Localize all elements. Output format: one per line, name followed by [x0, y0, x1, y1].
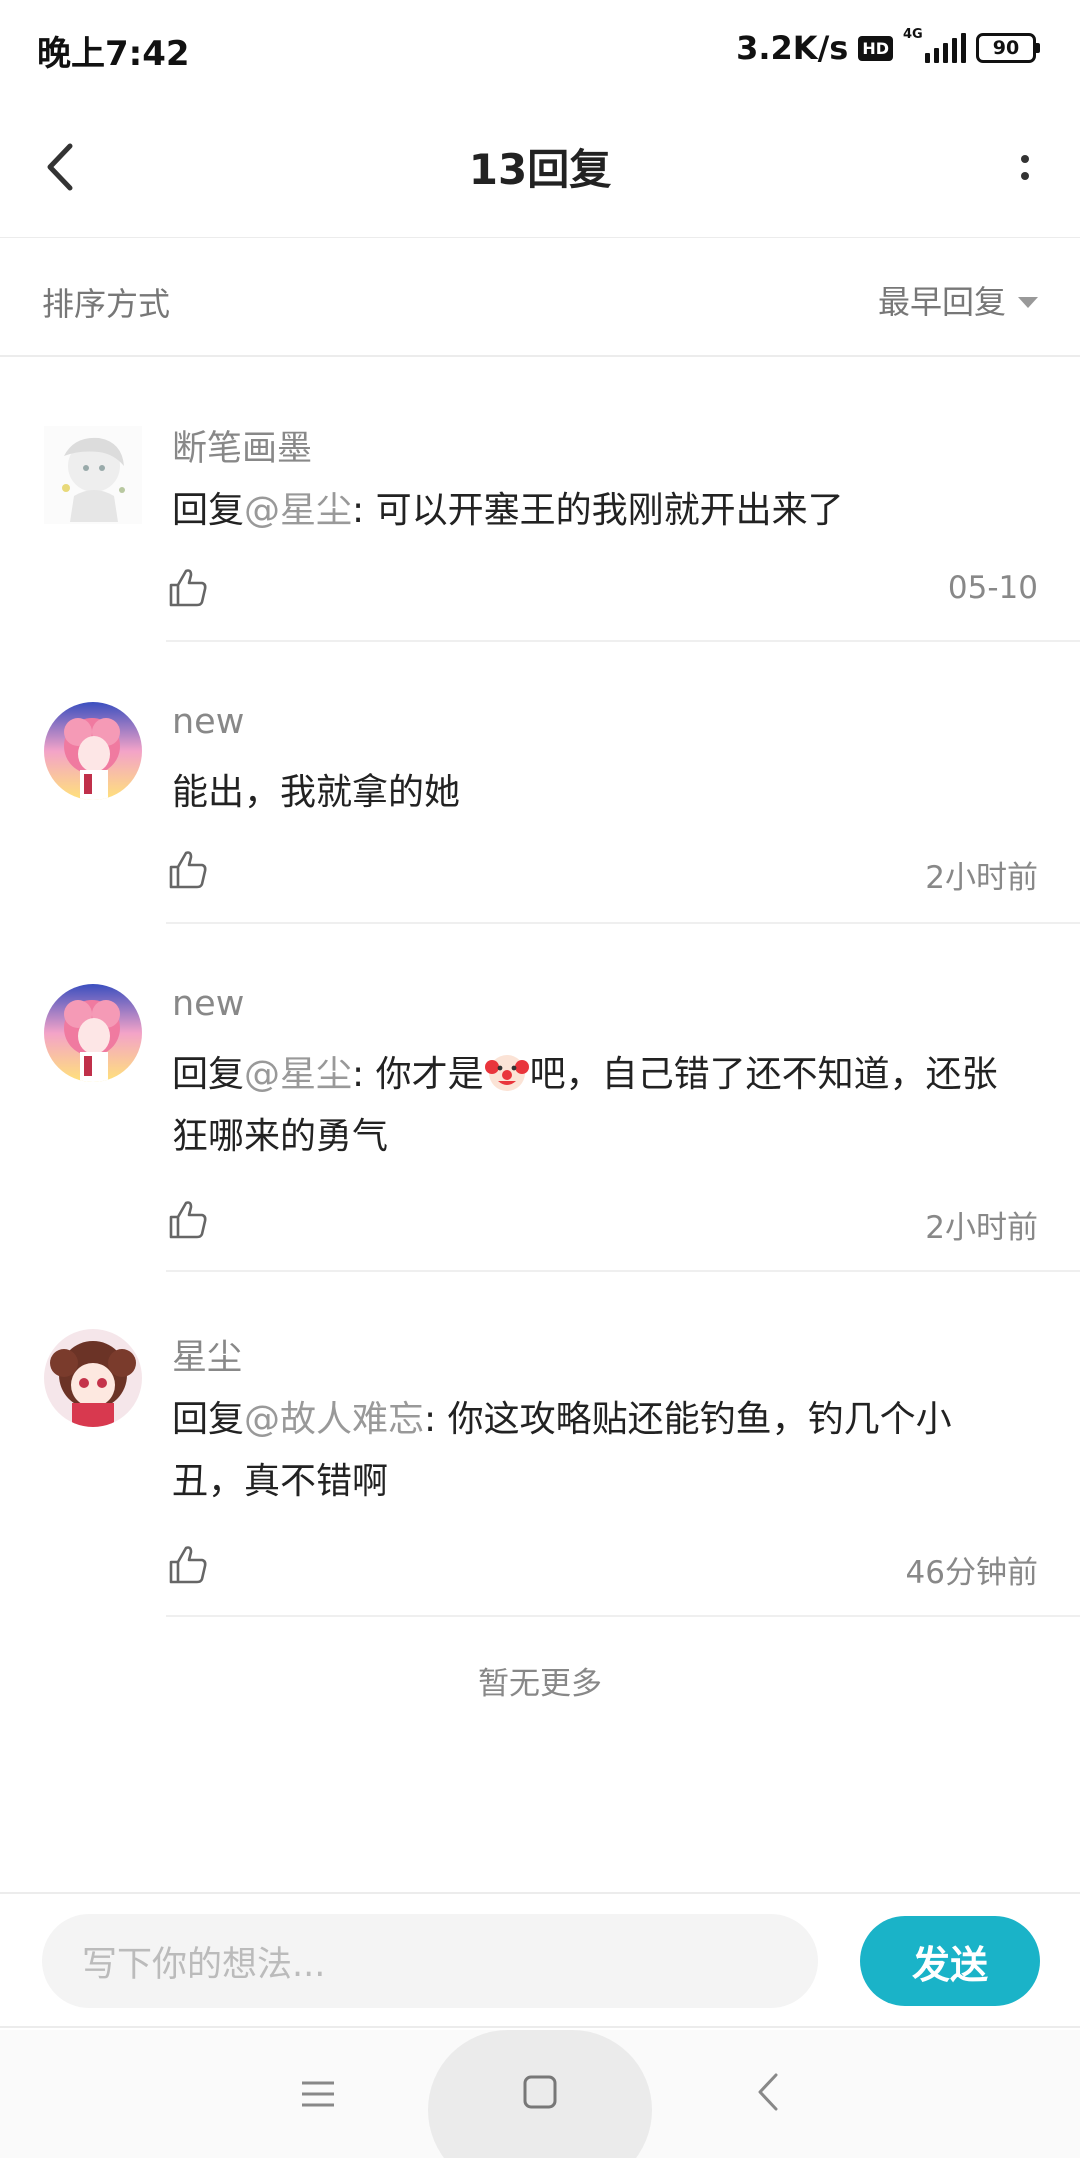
no-more-text: 暂无更多 [478, 1666, 602, 1702]
reply-content: 回复@故人难忘: 你这攻略贴还能钓鱼，钓几个小丑，真不错啊 [172, 1399, 952, 1502]
reply-author[interactable]: new [172, 702, 244, 742]
reply-time: 2小时前 [925, 860, 1038, 896]
thumbs-up-icon[interactable] [166, 848, 210, 892]
signal-icon: 4G [903, 27, 966, 63]
page-title: 13回复 [468, 145, 612, 194]
send-button[interactable]: 发送 [860, 1916, 1040, 2006]
top-app-bar: 13回复 [0, 96, 1080, 238]
caret-down-icon [1018, 296, 1038, 308]
divider [166, 640, 1080, 642]
sort-bar: 排序方式 最早回复 [0, 239, 1080, 357]
reply-content: 能出，我就拿的她 [172, 772, 461, 813]
hd-badge: HD [858, 35, 893, 61]
thumbs-up-icon[interactable] [166, 1198, 210, 1242]
nav-back-icon[interactable] [750, 2072, 786, 2112]
battery-level: 90 [976, 33, 1036, 63]
reply-author[interactable]: 星尘 [172, 1329, 242, 1380]
avatar[interactable] [44, 984, 142, 1082]
menu-icon[interactable] [300, 2076, 336, 2112]
avatar-image [44, 702, 142, 800]
divider [166, 922, 1080, 924]
status-bar: 晚上7:42 3.2K/s HD 4G 90 [0, 0, 1080, 96]
battery-icon: 90 [976, 33, 1040, 63]
home-icon[interactable] [522, 2074, 558, 2110]
status-indicators: 3.2K/s HD 4G 90 [736, 27, 1040, 68]
reply-author[interactable]: 断笔画墨 [172, 420, 312, 471]
reply-time: 05-10 [947, 570, 1038, 606]
avatar[interactable] [44, 426, 142, 524]
divider [166, 1615, 1080, 1617]
sort-label: 排序方式 [42, 285, 171, 323]
thumbs-up-icon[interactable] [166, 1543, 210, 1587]
clown-emoji-icon [484, 1055, 529, 1091]
mention-link[interactable]: @星尘 [244, 490, 352, 531]
network-type: 4G [903, 27, 923, 42]
avatar-image [44, 1329, 142, 1427]
sort-dropdown[interactable]: 最早回复 [878, 277, 1038, 323]
avatar-image [44, 426, 142, 524]
comment-input[interactable]: 写下你的想法... [42, 1914, 818, 2008]
thumbs-up-icon[interactable] [166, 566, 210, 610]
reply-content: 回复@星尘: 可以开塞王的我刚就开出来了 [172, 490, 844, 531]
more-options-button[interactable] [1000, 134, 1050, 200]
reply-time: 2小时前 [925, 1210, 1038, 1246]
avatar[interactable] [44, 1329, 142, 1427]
more-vertical-icon [1021, 154, 1029, 163]
mention-link[interactable]: @星尘 [244, 1054, 352, 1095]
sort-selected: 最早回复 [877, 283, 1006, 321]
avatar-image [44, 984, 142, 1082]
composer-bar: 写下你的想法... 发送 [0, 1892, 1080, 2028]
status-time: 晚上7:42 [37, 34, 190, 74]
reply-content: 回复@星尘: 你才是 吧，自己错了还不知道，还张狂哪来的勇气 [172, 1044, 1020, 1168]
reply-author[interactable]: new [172, 984, 244, 1024]
network-speed: 3.2K/s [736, 29, 849, 67]
system-nav-bar [0, 2030, 1080, 2158]
divider [166, 1270, 1080, 1272]
mention-link[interactable]: @故人难忘 [244, 1399, 424, 1440]
reply-time: 46分钟前 [905, 1555, 1038, 1591]
avatar[interactable] [44, 702, 142, 800]
